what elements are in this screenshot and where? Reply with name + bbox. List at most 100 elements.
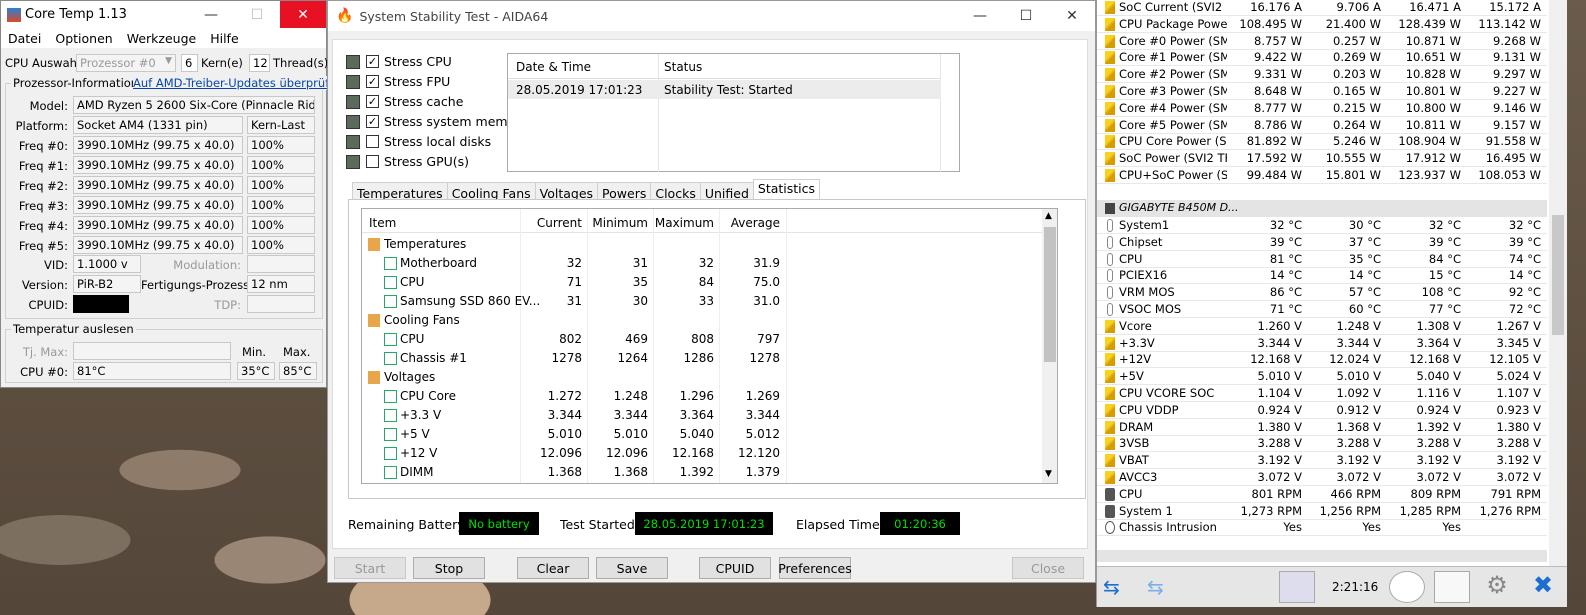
- start-button[interactable]: Start: [334, 557, 406, 579]
- clock-icon[interactable]: [1389, 571, 1425, 603]
- sensor-row[interactable]: +3.3V 3.344 V 3.344 V 3.364 V 3.345 V: [1097, 335, 1547, 352]
- sensor-row[interactable]: +12V 12.168 V 12.024 V 12.168 V 12.105 V: [1097, 351, 1547, 368]
- minimize-button[interactable]: —: [188, 1, 234, 28]
- aida64-window[interactable]: 🔥 System Stability Test - AIDA64 — ☐ ✕ ✓…: [327, 0, 1096, 583]
- stress-checkbox[interactable]: [366, 135, 379, 148]
- board-header-row[interactable]: GIGABYTE B450M D...: [1097, 200, 1547, 217]
- preferences-button[interactable]: Preferences: [778, 557, 852, 579]
- clear-button[interactable]: Clear: [517, 557, 589, 579]
- sensor-row[interactable]: CPU 801 RPM 466 RPM 809 RPM 791 RPM: [1097, 486, 1547, 503]
- menu-item[interactable]: Optionen: [48, 31, 119, 46]
- sensor-row[interactable]: System1 32 °C 30 °C 32 °C 32 °C: [1097, 217, 1547, 234]
- stats-row[interactable]: +12 V 12.096 12.096 12.168 12.120: [362, 444, 1042, 463]
- menu-item[interactable]: Hilfe: [203, 31, 245, 46]
- stress-option[interactable]: Stress local disks: [346, 134, 491, 149]
- sensor-row[interactable]: Chassis Intrusion Yes Yes Yes: [1097, 519, 1547, 536]
- maximize-button[interactable]: ☐: [234, 1, 280, 28]
- close-test-button[interactable]: Close: [1012, 557, 1084, 579]
- minimize-button[interactable]: —: [957, 3, 1003, 30]
- maximize-button[interactable]: ☐: [1003, 3, 1049, 30]
- stats-row[interactable]: +5 V 5.010 5.010 5.040 5.012: [362, 425, 1042, 444]
- sensor-row[interactable]: CPU 81 °C 35 °C 84 °C 74 °C: [1097, 251, 1547, 268]
- aida64-titlebar[interactable]: 🔥 System Stability Test - AIDA64 — ☐ ✕: [328, 1, 1095, 31]
- sensor-row[interactable]: Core #4 Power (SMU) 8.777 W 0.215 W 10.800 …: [1097, 100, 1547, 117]
- stats-row[interactable]: DIMM 1.368 1.368 1.392 1.379: [362, 463, 1042, 482]
- stress-checkbox[interactable]: [366, 155, 379, 168]
- sensor-row[interactable]: VSOC MOS 71 °C 60 °C 77 °C 72 °C: [1097, 301, 1547, 318]
- coretemp-titlebar[interactable]: Core Temp 1.13 — ☐ ✕: [1, 1, 326, 28]
- stats-row[interactable]: CPU 71 35 84 75.0: [362, 273, 1042, 292]
- sensor-row[interactable]: SoC Power (SVI2 TFN) 17.592 W 10.555 W 17.9…: [1097, 150, 1547, 167]
- sensor-row[interactable]: Core #2 Power (SMU) 9.331 W 0.203 W 10.828 …: [1097, 66, 1547, 83]
- scrollbar-thumb[interactable]: [1044, 227, 1056, 362]
- sensor-row[interactable]: VRM MOS 86 °C 57 °C 108 °C 92 °C: [1097, 284, 1547, 301]
- gear-icon[interactable]: ⚙: [1479, 571, 1515, 603]
- log-table[interactable]: Date & Time Status 28.05.2019 17:01:23 S…: [507, 53, 960, 172]
- sensor-minimum: 1.092 V: [1336, 386, 1381, 400]
- report-icon[interactable]: [1434, 571, 1470, 603]
- stop-button[interactable]: Stop: [413, 557, 485, 579]
- stress-checkbox[interactable]: ✓: [366, 95, 379, 108]
- hwinfo-scrollbar-thumb[interactable]: [1552, 215, 1564, 335]
- hwinfo-window[interactable]: SoC Current (SVI2 ... 16.176 A 9.706 A 16.4…: [1096, 0, 1567, 607]
- stats-row[interactable]: CPU 802 469 808 797: [362, 330, 1042, 349]
- sensor-row[interactable]: 3VSB 3.288 V 3.288 V 3.288 V 3.288 V: [1097, 435, 1547, 452]
- sensor-row[interactable]: VBAT 3.192 V 3.192 V 3.192 V 3.192 V: [1097, 452, 1547, 469]
- nav-arrows-alt-icon[interactable]: ⇆: [1147, 575, 1187, 601]
- sensor-maximum: 108 °C: [1421, 285, 1461, 300]
- close-button[interactable]: ✕: [280, 1, 326, 28]
- sensor-row[interactable]: CPU Core Power (S... 81.892 W 5.246 W 108.9…: [1097, 133, 1547, 150]
- close-button[interactable]: ✕: [1049, 3, 1095, 30]
- coretemp-window[interactable]: Core Temp 1.13 — ☐ ✕ Datei Optionen Werkze…: [0, 0, 344, 388]
- stats-row[interactable]: Chassis #1 1278 1264 1286 1278: [362, 349, 1042, 368]
- sensor-row[interactable]: +5V 5.010 V 5.010 V 5.040 V 5.024 V: [1097, 368, 1547, 385]
- sensor-row[interactable]: Core #1 Power (SMU) 9.422 W 0.269 W 10.651 …: [1097, 49, 1547, 66]
- scroll-down-icon[interactable]: ▼: [1045, 469, 1052, 479]
- cpuid-button[interactable]: CPUID: [699, 557, 771, 579]
- stats-group-row[interactable]: Temperatures: [362, 235, 1042, 254]
- stats-row[interactable]: Motherboard 32 31 32 31.9: [362, 254, 1042, 273]
- sensor-row[interactable]: Core #0 Power (SMU) 8.757 W 0.257 W 10.871 …: [1097, 33, 1547, 50]
- sensor-row[interactable]: Chipset 39 °C 37 °C 39 °C 39 °C: [1097, 234, 1547, 251]
- sensor-row[interactable]: CPU Package Powe... 108.495 W 21.400 W 128.…: [1097, 16, 1547, 33]
- driver-update-link[interactable]: Auf AMD-Treiber-Updates überprüfen: [133, 76, 344, 90]
- stats-row[interactable]: +3.3 V 3.344 3.344 3.364 3.344: [362, 406, 1042, 425]
- sensor-row[interactable]: DRAM 1.380 V 1.368 V 1.392 V 1.380 V: [1097, 419, 1547, 436]
- stress-option[interactable]: ✓ Stress FPU: [346, 74, 450, 89]
- stats-group-row[interactable]: Voltages: [362, 368, 1042, 387]
- sensor-row[interactable]: AVCC3 3.072 V 3.072 V 3.072 V 3.072 V: [1097, 469, 1547, 486]
- stress-option[interactable]: ✓ Stress CPU: [346, 54, 452, 69]
- sensor-row[interactable]: Core #5 Power (SMU) 8.786 W 0.264 W 10.811 …: [1097, 117, 1547, 134]
- sensor-row[interactable]: System 1 1,273 RPM 1,256 RPM 1,285 RPM 1,276…: [1097, 503, 1547, 520]
- sensor-row[interactable]: CPU VDDP 0.924 V 0.912 V 0.924 V 0.923 V: [1097, 402, 1547, 419]
- close-icon[interactable]: ✖: [1525, 571, 1561, 603]
- sensor-row[interactable]: PCIEX16 14 °C 14 °C 15 °C 14 °C: [1097, 267, 1547, 284]
- nav-arrows-icon[interactable]: ⇆: [1103, 575, 1143, 601]
- statistics-table[interactable]: Item Current Minimum Maximum Average Tem…: [361, 208, 1058, 484]
- sensor-row[interactable]: CPU+SoC Power (S... 99.484 W 15.801 W 123.9…: [1097, 167, 1547, 184]
- stress-option[interactable]: ✓ Stress cache: [346, 94, 463, 109]
- stats-scrollbar[interactable]: ▲ ▼: [1042, 209, 1057, 483]
- stress-checkbox[interactable]: ✓: [366, 115, 379, 128]
- stats-row[interactable]: CPU Core 1.272 1.248 1.296 1.269: [362, 387, 1042, 406]
- menu-item[interactable]: Werkzeuge: [120, 31, 204, 46]
- menu-item[interactable]: Datei: [1, 31, 48, 46]
- sensor-row[interactable]: CPU VCORE SOC 1.104 V 1.092 V 1.116 V 1.107 …: [1097, 385, 1547, 402]
- collapsed-group-row[interactable]: [1097, 550, 1547, 562]
- sensor-row[interactable]: SoC Current (SVI2 ... 16.176 A 9.706 A 16.4…: [1097, 0, 1547, 16]
- stats-group-label: Voltages: [384, 370, 436, 384]
- network-icon[interactable]: [1279, 571, 1315, 603]
- stress-option[interactable]: ✓ Stress system memory: [346, 114, 528, 129]
- sensor-row[interactable]: Core #3 Power (SMU) 8.648 W 0.165 W 10.801 …: [1097, 83, 1547, 100]
- stress-checkbox[interactable]: ✓: [366, 55, 379, 68]
- hwinfo-scrollbar[interactable]: [1549, 0, 1567, 566]
- cpu-select-dropdown[interactable]: Prozessor #0 ▼: [76, 54, 176, 72]
- stats-group-row[interactable]: Cooling Fans: [362, 311, 1042, 330]
- save-button[interactable]: Save: [596, 557, 668, 579]
- log-row[interactable]: 28.05.2019 17:01:23 Stability Test: Star…: [508, 80, 941, 99]
- stats-row[interactable]: Samsung SSD 860 EV... 31 30 33 31.0: [362, 292, 1042, 311]
- stress-checkbox[interactable]: ✓: [366, 75, 379, 88]
- scroll-up-icon[interactable]: ▲: [1045, 211, 1052, 221]
- stress-option[interactable]: Stress GPU(s): [346, 154, 469, 169]
- sensor-row[interactable]: Vcore 1.260 V 1.248 V 1.308 V 1.267 V: [1097, 318, 1547, 335]
